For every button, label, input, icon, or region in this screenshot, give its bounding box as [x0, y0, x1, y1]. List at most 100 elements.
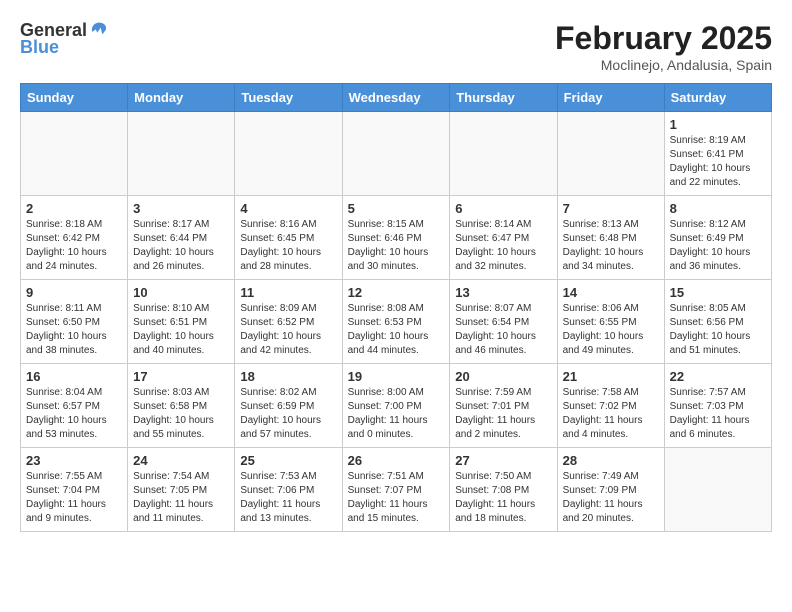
day-number: 9 — [26, 285, 122, 300]
day-info: Sunrise: 7:55 AM Sunset: 7:04 PM Dayligh… — [26, 470, 122, 526]
day-info: Sunrise: 8:06 AM Sunset: 6:55 PM Dayligh… — [563, 302, 659, 358]
logo: General Blue — [20, 20, 109, 58]
location: Moclinejo, Andalusia, Spain — [555, 57, 772, 73]
calendar-cell: 16 Sunrise: 8:04 AM Sunset: 6:57 PM Dayli… — [21, 364, 128, 448]
calendar-cell: 1Sunrise: 8:19 AM Sunset: 6:41 PM Daylig… — [664, 112, 771, 196]
day-number: 21 — [563, 369, 659, 384]
calendar-cell: 14 Sunrise: 8:06 AM Sunset: 6:55 PM Dayli… — [557, 280, 664, 364]
calendar: SundayMondayTuesdayWednesdayThursdayFrid… — [20, 83, 772, 532]
day-info: Sunrise: 7:53 AM Sunset: 7:06 PM Dayligh… — [240, 470, 336, 526]
day-number: 16 — [26, 369, 122, 384]
day-number: 2 — [26, 201, 122, 216]
header: General Blue February 2025 Moclinejo, An… — [20, 20, 772, 73]
calendar-cell: 19 Sunrise: 8:00 AM Sunset: 7:00 PM Dayli… — [342, 364, 450, 448]
weekday-header-row: SundayMondayTuesdayWednesdayThursdayFrid… — [21, 84, 772, 112]
day-info: Sunrise: 7:58 AM Sunset: 7:02 PM Dayligh… — [563, 386, 659, 442]
calendar-cell: 11 Sunrise: 8:09 AM Sunset: 6:52 PM Dayli… — [235, 280, 342, 364]
day-number: 11 — [240, 285, 336, 300]
day-number: 15 — [670, 285, 766, 300]
calendar-cell: 10 Sunrise: 8:10 AM Sunset: 6:51 PM Dayli… — [128, 280, 235, 364]
day-number: 14 — [563, 285, 659, 300]
day-number: 7 — [563, 201, 659, 216]
day-info: Sunrise: 8:17 AM Sunset: 6:44 PM Dayligh… — [133, 218, 229, 274]
calendar-cell: 5 Sunrise: 8:15 AM Sunset: 6:46 PM Daylig… — [342, 196, 450, 280]
day-info: Sunrise: 7:54 AM Sunset: 7:05 PM Dayligh… — [133, 470, 229, 526]
day-number: 18 — [240, 369, 336, 384]
calendar-cell — [557, 112, 664, 196]
calendar-cell — [664, 448, 771, 532]
day-number: 26 — [348, 453, 445, 468]
day-number: 23 — [26, 453, 122, 468]
day-info: Sunrise: 8:04 AM Sunset: 6:57 PM Dayligh… — [26, 386, 122, 442]
calendar-week-row: 2 Sunrise: 8:18 AM Sunset: 6:42 PM Daylig… — [21, 196, 772, 280]
day-info: Sunrise: 8:18 AM Sunset: 6:42 PM Dayligh… — [26, 218, 122, 274]
day-info: Sunrise: 8:16 AM Sunset: 6:45 PM Dayligh… — [240, 218, 336, 274]
day-number: 25 — [240, 453, 336, 468]
day-number: 12 — [348, 285, 445, 300]
calendar-cell: 26 Sunrise: 7:51 AM Sunset: 7:07 PM Dayli… — [342, 448, 450, 532]
calendar-cell: 6Sunrise: 8:14 AM Sunset: 6:47 PM Daylig… — [450, 196, 557, 280]
day-number: 20 — [455, 369, 551, 384]
calendar-week-row: 23 Sunrise: 7:55 AM Sunset: 7:04 PM Dayli… — [21, 448, 772, 532]
day-info: Sunrise: 8:11 AM Sunset: 6:50 PM Dayligh… — [26, 302, 122, 358]
day-info: Sunrise: 7:49 AM Sunset: 7:09 PM Dayligh… — [563, 470, 659, 526]
calendar-cell — [450, 112, 557, 196]
calendar-week-row: 1Sunrise: 8:19 AM Sunset: 6:41 PM Daylig… — [21, 112, 772, 196]
day-number: 5 — [348, 201, 445, 216]
weekday-header: Saturday — [664, 84, 771, 112]
day-info: Sunrise: 7:57 AM Sunset: 7:03 PM Dayligh… — [670, 386, 766, 442]
calendar-cell — [128, 112, 235, 196]
logo-icon — [89, 21, 109, 41]
calendar-cell: 22 Sunrise: 7:57 AM Sunset: 7:03 PM Dayli… — [664, 364, 771, 448]
day-info: Sunrise: 8:14 AM Sunset: 6:47 PM Dayligh… — [455, 218, 551, 274]
calendar-cell: 21 Sunrise: 7:58 AM Sunset: 7:02 PM Dayli… — [557, 364, 664, 448]
day-info: Sunrise: 7:59 AM Sunset: 7:01 PM Dayligh… — [455, 386, 551, 442]
weekday-header: Thursday — [450, 84, 557, 112]
day-number: 24 — [133, 453, 229, 468]
day-info: Sunrise: 8:15 AM Sunset: 6:46 PM Dayligh… — [348, 218, 445, 274]
calendar-week-row: 9 Sunrise: 8:11 AM Sunset: 6:50 PM Daylig… — [21, 280, 772, 364]
day-info: Sunrise: 7:50 AM Sunset: 7:08 PM Dayligh… — [455, 470, 551, 526]
calendar-cell — [21, 112, 128, 196]
weekday-header: Friday — [557, 84, 664, 112]
day-info: Sunrise: 8:05 AM Sunset: 6:56 PM Dayligh… — [670, 302, 766, 358]
calendar-cell: 3 Sunrise: 8:17 AM Sunset: 6:44 PM Daylig… — [128, 196, 235, 280]
calendar-cell: 4 Sunrise: 8:16 AM Sunset: 6:45 PM Daylig… — [235, 196, 342, 280]
day-number: 3 — [133, 201, 229, 216]
calendar-week-row: 16 Sunrise: 8:04 AM Sunset: 6:57 PM Dayli… — [21, 364, 772, 448]
calendar-cell: 25 Sunrise: 7:53 AM Sunset: 7:06 PM Dayli… — [235, 448, 342, 532]
day-number: 4 — [240, 201, 336, 216]
month-year: February 2025 — [555, 20, 772, 57]
day-number: 10 — [133, 285, 229, 300]
calendar-cell: 12 Sunrise: 8:08 AM Sunset: 6:53 PM Dayli… — [342, 280, 450, 364]
day-number: 19 — [348, 369, 445, 384]
day-number: 13 — [455, 285, 551, 300]
day-number: 17 — [133, 369, 229, 384]
calendar-cell: 28 Sunrise: 7:49 AM Sunset: 7:09 PM Dayli… — [557, 448, 664, 532]
day-info: Sunrise: 8:02 AM Sunset: 6:59 PM Dayligh… — [240, 386, 336, 442]
calendar-cell: 18 Sunrise: 8:02 AM Sunset: 6:59 PM Dayli… — [235, 364, 342, 448]
logo-blue: Blue — [20, 37, 59, 58]
day-info: Sunrise: 8:00 AM Sunset: 7:00 PM Dayligh… — [348, 386, 445, 442]
day-number: 22 — [670, 369, 766, 384]
calendar-cell: 27 Sunrise: 7:50 AM Sunset: 7:08 PM Dayli… — [450, 448, 557, 532]
calendar-cell: 9 Sunrise: 8:11 AM Sunset: 6:50 PM Daylig… — [21, 280, 128, 364]
weekday-header: Wednesday — [342, 84, 450, 112]
weekday-header: Tuesday — [235, 84, 342, 112]
calendar-cell: 17Sunrise: 8:03 AM Sunset: 6:58 PM Dayli… — [128, 364, 235, 448]
day-number: 27 — [455, 453, 551, 468]
day-info: Sunrise: 8:10 AM Sunset: 6:51 PM Dayligh… — [133, 302, 229, 358]
day-number: 28 — [563, 453, 659, 468]
calendar-cell: 8Sunrise: 8:12 AM Sunset: 6:49 PM Daylig… — [664, 196, 771, 280]
calendar-cell — [235, 112, 342, 196]
calendar-cell: 13Sunrise: 8:07 AM Sunset: 6:54 PM Dayli… — [450, 280, 557, 364]
title-area: February 2025 Moclinejo, Andalusia, Spai… — [555, 20, 772, 73]
day-info: Sunrise: 7:51 AM Sunset: 7:07 PM Dayligh… — [348, 470, 445, 526]
day-info: Sunrise: 8:19 AM Sunset: 6:41 PM Dayligh… — [670, 134, 766, 190]
day-info: Sunrise: 8:09 AM Sunset: 6:52 PM Dayligh… — [240, 302, 336, 358]
day-info: Sunrise: 8:08 AM Sunset: 6:53 PM Dayligh… — [348, 302, 445, 358]
calendar-cell: 15 Sunrise: 8:05 AM Sunset: 6:56 PM Dayli… — [664, 280, 771, 364]
weekday-header: Monday — [128, 84, 235, 112]
weekday-header: Sunday — [21, 84, 128, 112]
calendar-cell: 7Sunrise: 8:13 AM Sunset: 6:48 PM Daylig… — [557, 196, 664, 280]
